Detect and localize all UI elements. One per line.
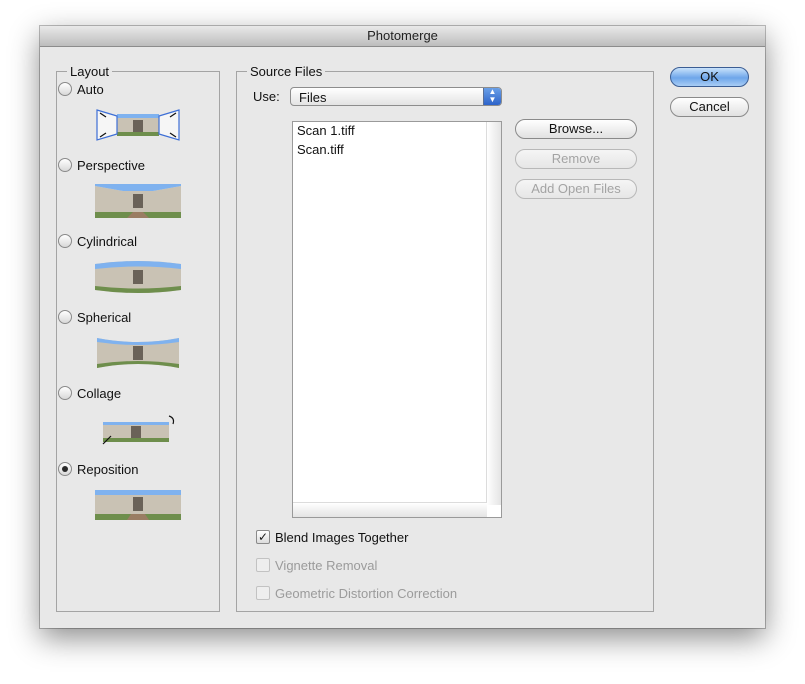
radio-button-icon[interactable] xyxy=(58,158,72,172)
radio-label-auto: Auto xyxy=(77,81,104,97)
window-title: Photomerge xyxy=(40,26,765,47)
auto-layout-thumbnail-icon xyxy=(96,109,180,141)
horizontal-scrollbar[interactable] xyxy=(293,502,487,517)
geometric-distortion-label: Geometric Distortion Correction xyxy=(275,585,458,601)
ok-button[interactable]: OK xyxy=(670,67,749,87)
perspective-layout-thumbnail-icon xyxy=(95,184,181,218)
radio-auto[interactable]: Auto xyxy=(58,80,104,98)
list-item[interactable]: Scan 1.tiff xyxy=(297,123,355,138)
radio-button-selected-icon[interactable] xyxy=(58,462,72,476)
radio-cylindrical[interactable]: Cylindrical xyxy=(58,232,137,250)
source-files-list[interactable]: Scan 1.tiff Scan.tiff xyxy=(292,121,502,518)
checkbox-icon[interactable] xyxy=(256,558,270,572)
browse-button[interactable]: Browse... xyxy=(515,119,637,139)
radio-button-icon[interactable] xyxy=(58,82,72,96)
blend-images-label: Blend Images Together xyxy=(275,529,409,545)
vignette-removal-checkbox-row[interactable]: Vignette Removal xyxy=(256,556,377,574)
add-open-files-button[interactable]: Add Open Files xyxy=(515,179,637,199)
cancel-button[interactable]: Cancel xyxy=(670,97,749,117)
spherical-layout-thumbnail-icon xyxy=(97,338,179,368)
radio-label-collage: Collage xyxy=(77,385,122,401)
collage-layout-thumbnail-icon xyxy=(102,415,175,445)
use-select[interactable]: Files ▲ ▼ xyxy=(290,87,502,106)
radio-reposition[interactable]: Reposition xyxy=(58,460,138,478)
checkmark-icon[interactable]: ✓ xyxy=(256,530,270,544)
source-files-legend: Source Files xyxy=(250,64,323,79)
vertical-scrollbar[interactable] xyxy=(486,122,501,505)
radio-label-perspective: Perspective xyxy=(77,157,145,173)
cylindrical-layout-thumbnail-icon xyxy=(95,261,181,293)
radio-perspective[interactable]: Perspective xyxy=(58,156,145,174)
reposition-layout-thumbnail-icon xyxy=(95,490,181,520)
photomerge-dialog: Photomerge Layout Auto Perspective Cylin… xyxy=(40,26,765,628)
radio-label-cylindrical: Cylindrical xyxy=(77,233,137,249)
radio-button-icon[interactable] xyxy=(58,234,72,248)
checkbox-icon[interactable] xyxy=(256,586,270,600)
select-arrows-icon: ▲ ▼ xyxy=(483,88,501,105)
layout-legend: Layout xyxy=(70,64,110,79)
geometric-distortion-checkbox-row[interactable]: Geometric Distortion Correction xyxy=(256,584,457,602)
radio-spherical[interactable]: Spherical xyxy=(58,308,131,326)
blend-images-checkbox-row[interactable]: ✓ Blend Images Together xyxy=(256,528,408,546)
radio-label-spherical: Spherical xyxy=(77,309,132,325)
remove-button[interactable]: Remove xyxy=(515,149,637,169)
vignette-removal-label: Vignette Removal xyxy=(275,557,378,573)
radio-collage[interactable]: Collage xyxy=(58,384,121,402)
use-label: Use: xyxy=(253,89,280,104)
radio-button-icon[interactable] xyxy=(58,386,72,400)
use-select-value: Files xyxy=(299,90,327,105)
radio-button-icon[interactable] xyxy=(58,310,72,324)
radio-label-reposition: Reposition xyxy=(77,461,139,477)
list-item[interactable]: Scan.tiff xyxy=(297,142,344,157)
